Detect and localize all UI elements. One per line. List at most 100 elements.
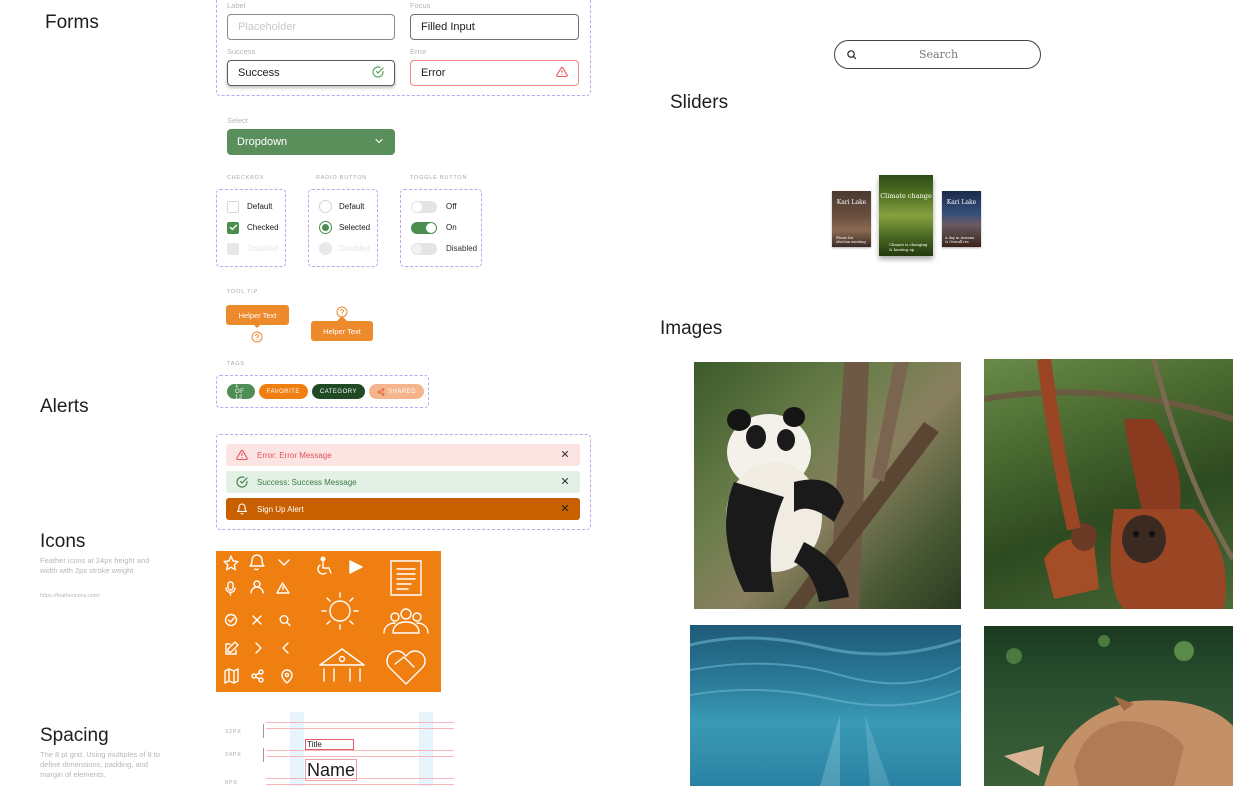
- focus-field-label: Focus: [410, 1, 431, 10]
- map-pin-icon: [281, 669, 293, 684]
- toggle-off[interactable]: Off: [411, 196, 481, 217]
- underwater-photo: [690, 625, 961, 786]
- toggle-on-switch[interactable]: [411, 221, 437, 234]
- focus-input[interactable]: Filled Input: [410, 14, 579, 40]
- slider-card-title: Kari Lake: [836, 199, 867, 206]
- spacing-heading: Spacing: [40, 725, 109, 746]
- check-circle-icon: [372, 65, 384, 81]
- radio-group: Default Selected Disabled: [308, 189, 378, 267]
- tag-count[interactable]: 1 OF 12: [227, 383, 255, 401]
- success-field-label: Success: [227, 47, 256, 56]
- radio-disabled: Disabled: [319, 238, 377, 259]
- focus-input-value: Filled Input: [421, 21, 475, 33]
- document-icon: [390, 560, 422, 596]
- toggle-disabled-label: Disabled: [446, 244, 478, 253]
- map-icon: [224, 668, 239, 684]
- slider-card-3[interactable]: Kari Lake A day in Arizona & Overall rec: [942, 191, 981, 247]
- radio-selected-circle[interactable]: [319, 221, 332, 234]
- radio-selected[interactable]: Selected: [319, 217, 377, 238]
- close-icon[interactable]: [560, 449, 570, 461]
- checkbox-checked-box[interactable]: [227, 221, 239, 234]
- alert-triangle-icon: [276, 582, 290, 594]
- heart-handshake-icon: [386, 650, 426, 685]
- close-icon[interactable]: [560, 503, 570, 515]
- spacing-row-label: 8PX: [225, 780, 238, 786]
- radio-heading: RADIO BUTTON: [316, 175, 368, 181]
- tags-heading: TAGS: [227, 361, 245, 367]
- slider-card-title: Kari Lake: [946, 199, 977, 206]
- toggle-off-switch[interactable]: [411, 200, 437, 213]
- checkbox-box[interactable]: [227, 200, 239, 213]
- error-alert: Error: Error Message: [226, 444, 580, 466]
- forms-heading: Forms: [45, 12, 99, 33]
- tag-category[interactable]: CATEGORY: [311, 384, 365, 399]
- tooltip-bottom: Helper Text: [226, 305, 289, 325]
- spacing-grid: 32PX 24PX 8PX Title Name: [216, 712, 456, 786]
- accessibility-icon: [317, 556, 332, 575]
- x-icon: [252, 615, 262, 625]
- success-alert-text: Success: Success Message: [257, 477, 357, 487]
- checkbox-default[interactable]: Default: [227, 196, 285, 217]
- tags-group: 1 OF 12 FAVORITE CATEGORY SHARED: [216, 375, 429, 408]
- error-input-value: Error: [421, 67, 446, 79]
- tag-favorite[interactable]: FAVORITE: [258, 384, 308, 399]
- slider-card-title: Climate change: [880, 192, 932, 200]
- radio-disabled-label: Disabled: [339, 244, 371, 253]
- error-input[interactable]: Error: [410, 60, 579, 86]
- share-icon: [251, 669, 264, 683]
- checkbox-checked[interactable]: Checked: [227, 217, 285, 238]
- tag-shared-label: SHARED: [387, 388, 416, 395]
- label-field-label: Label: [227, 1, 246, 10]
- success-alert: Success: Success Message: [226, 471, 580, 493]
- radio-circle[interactable]: [319, 200, 332, 213]
- chevron-left-icon: [282, 642, 289, 654]
- signup-alert: Sign Up Alert: [226, 498, 580, 520]
- checkbox-disabled: Disabled: [227, 238, 285, 259]
- panda-photo: [694, 362, 961, 609]
- toggle-on-label: On: [446, 223, 457, 232]
- search-bar[interactable]: Search: [834, 40, 1041, 69]
- slider-card-2[interactable]: Climate change Climate is changing & hea…: [879, 175, 933, 256]
- spacing-row-label: 24PX: [225, 752, 242, 758]
- orangutan-photo: [984, 359, 1233, 609]
- mic-icon: [225, 581, 236, 596]
- help-circle-icon[interactable]: [251, 330, 263, 348]
- search-icon: [846, 49, 857, 60]
- play-icon: [349, 560, 363, 574]
- share-icon: [377, 387, 385, 396]
- chevron-right-icon: [255, 642, 262, 654]
- success-input[interactable]: Success: [227, 60, 395, 86]
- tag-shared[interactable]: SHARED: [368, 384, 424, 399]
- title-sample: Title: [305, 739, 354, 750]
- grid-column: [290, 712, 304, 786]
- toggle-group: Off On Disabled: [400, 189, 482, 267]
- slider-card-caption: A day in Arizona & Overall rec: [945, 236, 975, 244]
- toggle-disabled: Disabled: [411, 238, 481, 259]
- close-icon[interactable]: [560, 476, 570, 488]
- spacing-row-label: 32PX: [225, 729, 242, 735]
- edit-icon: [225, 641, 239, 655]
- grid-column: [419, 712, 433, 786]
- slider-card-1[interactable]: Kari Lake Phone for election meeting: [832, 191, 871, 247]
- success-input-value: Success: [238, 67, 280, 79]
- star-icon: [223, 555, 239, 571]
- checkbox-checked-label: Checked: [247, 223, 279, 232]
- sun-icon: [321, 592, 359, 630]
- radio-default[interactable]: Default: [319, 196, 377, 217]
- tooltip-arrow-down: [252, 323, 262, 328]
- alert-triangle-icon: [556, 66, 568, 81]
- search-placeholder: Search: [918, 48, 959, 61]
- toggle-on[interactable]: On: [411, 217, 481, 238]
- dropdown-select[interactable]: Dropdown: [227, 129, 395, 155]
- spacing-description: The 8 pt grid. Using multiples of 8 to d…: [40, 750, 161, 779]
- radio-disabled-circle: [319, 242, 332, 255]
- toggle-off-label: Off: [446, 202, 457, 211]
- chevron-down-icon: [278, 559, 290, 566]
- check-circle-icon: [224, 613, 238, 627]
- feather-link[interactable]: https://feathericons.com/: [40, 593, 100, 599]
- placeholder-input[interactable]: Placeholder: [227, 14, 395, 40]
- toggle-disabled-switch: [411, 242, 437, 255]
- tooltip-top: Helper Text: [311, 321, 373, 341]
- select-label: Select: [227, 116, 248, 125]
- sliders-heading: Sliders: [670, 92, 729, 113]
